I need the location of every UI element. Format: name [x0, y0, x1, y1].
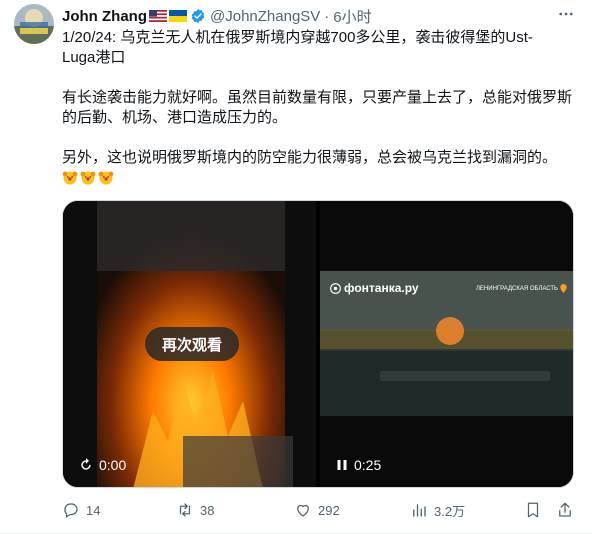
tweet-line: 有长途袭击能力就好啊。虽然目前数量有限，只要产量上去了，总能对俄罗斯	[62, 89, 573, 106]
tweet-line: 的后勤、机场、港口造成压力的。	[62, 109, 288, 126]
like-button[interactable]: 292	[294, 501, 340, 519]
reply-icon	[64, 503, 78, 518]
video-2-watermark: фонтанка.ру	[330, 281, 419, 295]
author-display-name[interactable]: John Zhang	[62, 8, 147, 25]
share-icon	[559, 502, 571, 517]
tweet-text: 1/20/24: 乌克兰无人机在俄罗斯境内穿越700多公里，袭击彼得堡的Ust-…	[62, 28, 578, 188]
clown-emoji-icon	[80, 171, 96, 185]
tweet-line: 1/20/24: 乌克兰无人机在俄罗斯境内穿越700多公里，袭击彼得堡的Ust-	[62, 29, 533, 46]
bookmark-button[interactable]	[524, 501, 542, 519]
video-player-2[interactable]: фонтанка.ру ЛЕНИНГРАДСКАЯ ОБЛАСТЬ 0:25	[320, 201, 573, 487]
like-icon	[297, 504, 309, 517]
author-handle[interactable]: @JohnZhangSV	[210, 8, 320, 25]
media-grid: 再次观看 0:00 фонтанка.ру ЛЕНИНГРАДСКАЯ ОБЛА…	[62, 200, 574, 488]
emoji-row	[62, 168, 578, 188]
pause-icon[interactable]	[336, 459, 348, 471]
action-bar: 14 38 292 3.2万	[62, 500, 576, 520]
watermark-text: фонтанка.ру	[344, 281, 419, 295]
us-flag-icon	[149, 10, 167, 22]
video-2-time: 0:25	[354, 457, 382, 473]
meta-separator: ·	[324, 7, 330, 25]
views-icon	[413, 504, 426, 517]
video-2-controls: 0:25	[336, 457, 381, 473]
tweet-line: Luga港口	[62, 49, 126, 66]
retweet-button[interactable]: 38	[176, 501, 214, 519]
retweet-count: 38	[200, 502, 215, 518]
tweet[interactable]: John Zhang @JohnZhangSV · 6小时 1/20/24: 乌…	[0, 0, 592, 534]
avatar[interactable]	[14, 4, 54, 44]
more-button[interactable]	[554, 2, 578, 26]
verified-icon	[191, 9, 205, 23]
replay-icon[interactable]	[79, 458, 93, 472]
replay-button[interactable]: 再次观看	[145, 327, 239, 361]
tweet-time[interactable]: 6小时	[333, 6, 371, 27]
avatar-image	[14, 4, 54, 44]
video-2-region-label: ЛЕНИНГРАДСКАЯ ОБЛАСТЬ	[476, 284, 567, 293]
video-2-thumbnail	[320, 201, 573, 487]
views-count: 3.2万	[434, 503, 466, 519]
video-1-time: 0:00	[99, 457, 127, 473]
reply-button[interactable]: 14	[62, 501, 100, 519]
retweet-icon	[179, 503, 191, 517]
bookmark-icon	[527, 502, 539, 518]
views-button[interactable]: 3.2万	[410, 501, 465, 520]
tweet-line: 另外，这也说明俄罗斯境内的防空能力很薄弱，总会被乌克兰找到漏洞的。	[62, 149, 558, 166]
tweet-header: John Zhang @JohnZhangSV · 6小时	[62, 6, 372, 26]
video-1-controls: 0:00	[79, 457, 126, 473]
share-button[interactable]	[556, 501, 574, 519]
location-pin-icon	[560, 284, 567, 293]
ukraine-flag-icon	[169, 10, 187, 22]
more-icon	[559, 12, 573, 16]
video-player-1[interactable]: 再次观看 0:00	[63, 201, 316, 487]
fontanka-logo-icon	[330, 282, 341, 294]
clown-emoji-icon	[62, 171, 78, 185]
reply-count: 14	[86, 502, 101, 518]
clown-emoji-icon	[98, 171, 114, 185]
like-count: 292	[318, 502, 340, 518]
